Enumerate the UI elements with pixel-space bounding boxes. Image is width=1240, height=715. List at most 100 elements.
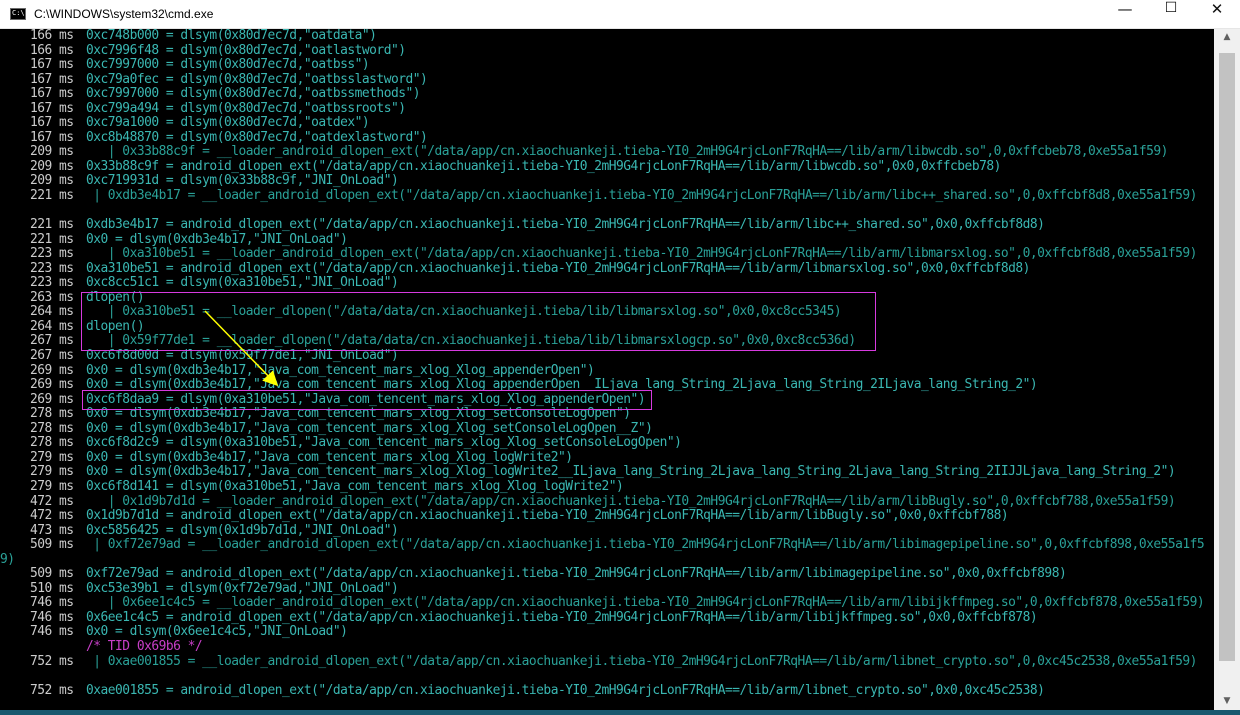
log-text: 0xc6f8daa9 = dlsym(0xa310be51,"Java_com_… (86, 391, 646, 407)
console-line: 510 ms 0xc53e39b1 = dlsym(0xf72e79ad,"JNI… (0, 581, 1214, 597)
log-text: 0xc5856425 = dlsym(0x1d9b7d1d,"JNI_OnLoa… (86, 522, 399, 538)
log-text: dlopen() (86, 318, 145, 334)
timestamp: 264 ms (30, 318, 74, 334)
console-line: 167 ms 0xc7997000 = dlsym(0x80d7ec7d,"oat… (0, 86, 1214, 102)
timestamp: 167 ms (30, 115, 74, 131)
console-line: 223 ms 0xa310be51 = android_dlopen_ext("/… (0, 260, 1214, 277)
console-line: 279 ms 0xc6f8d141 = dlsym(0xa310be51,"Jav… (0, 478, 1214, 495)
timestamp: 166 ms (30, 42, 74, 58)
console-line: 473 ms 0xc5856425 = dlsym(0x1d9b7d1d,"JNI… (0, 522, 1214, 539)
console-line: 269 ms 0x0 = dlsym(0xdb3e4b17,"Java_com_t… (0, 362, 1214, 379)
timestamp: 746 ms (30, 624, 74, 640)
console-line: 267 ms 0xc6f8d00d = dlsym(0x59f77de1,"JNI… (0, 348, 1214, 364)
console-line: 221 ms 0xdb3e4b17 = android_dlopen_ext("/… (0, 217, 1214, 233)
log-text: 0x0 = dlsym(0xdb3e4b17,"Java_com_tencent… (86, 362, 595, 378)
timestamp: 269 ms (30, 391, 74, 407)
timestamp: 278 ms (30, 420, 74, 436)
console-line: 223 ms | 0xa310be51 = __loader_android_d… (0, 246, 1214, 262)
log-text: 0xc748b000 = dlsym(0x80d7ec7d,"oatdata") (86, 29, 377, 43)
console-line: 209 ms 0x33b88c9f = android_dlopen_ext("/… (0, 158, 1214, 175)
log-text: 0xf72e79ad = android_dlopen_ext("/data/a… (86, 566, 1067, 582)
log-text: 0x0 = dlsym(0xdb3e4b17,"Java_com_tencent… (86, 464, 1176, 480)
log-text: 0xc799a494 = dlsym(0x80d7ec7d,"oatbssroo… (86, 100, 406, 116)
timestamp: 167 ms (30, 100, 74, 116)
log-text: 0xc79a0fec = dlsym(0x80d7ec7d,"oatbsslas… (86, 71, 428, 87)
log-text: 0xc8b48870 = dlsym(0x80d7ec7d,"oatdexlas… (86, 129, 428, 145)
console-line: /* TID 0x69b6 */ (0, 638, 1214, 655)
console-line: 167 ms 0xc79a1000 = dlsym(0x80d7ec7d,"oat… (0, 116, 1214, 131)
log-text: 0xdb3e4b17 = android_dlopen_ext("/data/a… (86, 217, 1045, 233)
log-text: 0x33b88c9f = android_dlopen_ext("/data/a… (86, 158, 1001, 174)
log-text: 0x0 = dlsym(0xdb3e4b17,"Java_com_tencent… (86, 377, 1038, 393)
timestamp: 269 ms (30, 362, 74, 378)
timestamp: 166 ms (30, 29, 74, 43)
console-line: 221 ms 0x0 = dlsym(0xdb3e4b17,"JNI_OnLoad… (0, 232, 1214, 248)
console-line: 278 ms 0x0 = dlsym(0xdb3e4b17,"Java_com_t… (0, 406, 1214, 422)
timestamp: 267 ms (30, 333, 74, 349)
log-text: 0xc79a1000 = dlsym(0x80d7ec7d,"oatdex") (86, 115, 370, 131)
scroll-up-arrow-icon[interactable]: ▲ (1214, 29, 1240, 46)
log-text: 0xa310be51 = android_dlopen_ext("/data/a… (86, 260, 1030, 276)
vertical-scrollbar[interactable]: ▲ ▼ (1214, 29, 1240, 710)
timestamp: 221 ms (30, 217, 74, 233)
console-line: 509 ms | 0xf72e79ad = __loader_android_d… (0, 537, 1214, 567)
console-line: 167 ms 0xc79a0fec = dlsym(0x80d7ec7d,"oat… (0, 71, 1214, 88)
console-output[interactable]: 166 ms 0xc748b000 = dlsym(0x80d7ec7d,"oat… (0, 29, 1214, 710)
console-line: 746 ms 0x0 = dlsym(0x6ee1c4c5,"JNI_OnLoad… (0, 625, 1214, 640)
console-line: 752 ms | 0xae001855 = __loader_android_d… (0, 653, 1214, 684)
console-line: 166 ms 0xc7996f48 = dlsym(0x80d7ec7d,"oat… (0, 42, 1214, 59)
close-button[interactable]: ✕ (1194, 0, 1240, 29)
log-text: 0x0 = dlsym(0xdb3e4b17,"Java_com_tencent… (86, 406, 631, 422)
log-text: 0xae001855 = android_dlopen_ext("/data/a… (86, 682, 1045, 698)
console-line: 269 ms 0x0 = dlsym(0xdb3e4b17,"Java_com_t… (0, 377, 1214, 393)
timestamp: 263 ms (30, 289, 74, 305)
console-line: 278 ms 0x0 = dlsym(0xdb3e4b17,"Java_com_t… (0, 420, 1214, 437)
timestamp: 167 ms (30, 86, 74, 102)
console-line: 223 ms 0xc8cc51c1 = dlsym(0xa310be51,"JNI… (0, 276, 1214, 291)
timestamp: 509 ms (30, 566, 74, 582)
log-text: | 0x59f77de1 = __loader_dlopen("/data/da… (86, 333, 856, 349)
console-line: 167 ms 0xc8b48870 = dlsym(0x80d7ec7d,"oat… (0, 129, 1214, 146)
console-line: 279 ms 0x0 = dlsym(0xdb3e4b17,"Java_com_t… (0, 465, 1214, 480)
scroll-thumb[interactable] (1219, 53, 1235, 661)
log-text: 0xc6f8d00d = dlsym(0x59f77de1,"JNI_OnLoa… (86, 348, 399, 364)
timestamp: 746 ms (30, 609, 74, 625)
maximize-button[interactable]: ☐ (1148, 0, 1194, 29)
log-text: /* TID 0x69b6 */ (86, 638, 203, 654)
log-text: | 0xdb3e4b17 = __loader_android_dlopen_e… (86, 188, 1197, 204)
log-text: 0xc6f8d141 = dlsym(0xa310be51,"Java_com_… (86, 478, 624, 494)
timestamp: 746 ms (30, 595, 74, 611)
timestamp: 223 ms (30, 275, 74, 291)
scroll-down-arrow-icon[interactable]: ▼ (1214, 693, 1240, 710)
log-text: | 0xae001855 = __loader_android_dlopen_e… (86, 653, 1197, 669)
timestamp: 279 ms (30, 449, 74, 465)
timestamp: 473 ms (30, 522, 74, 538)
console-line: 746 ms 0x6ee1c4c5 = android_dlopen_ext("/… (0, 609, 1214, 626)
title-bar[interactable]: C:\ C:\WINDOWS\system32\cmd.exe — ☐ ✕ (0, 0, 1240, 29)
minimize-button[interactable]: — (1102, 0, 1148, 29)
log-text: 0xc7997000 = dlsym(0x80d7ec7d,"oatbss") (86, 57, 370, 73)
timestamp: 278 ms (30, 406, 74, 422)
console-line: 264 ms | 0xa310be51 = __loader_dlopen("/… (0, 305, 1214, 320)
timestamp: 223 ms (30, 260, 74, 276)
console-line: 279 ms 0x0 = dlsym(0xdb3e4b17,"Java_com_t… (0, 449, 1214, 466)
timestamp: 752 ms (30, 653, 74, 669)
log-text: | 0xf72e79ad = __loader_android_dlopen_e… (0, 537, 1205, 567)
console-line: 752 ms 0xae001855 = android_dlopen_ext("/… (0, 682, 1214, 699)
timestamp: 167 ms (30, 57, 74, 73)
timestamp: 269 ms (30, 377, 74, 393)
cmd-app-icon[interactable]: C:\ (10, 8, 26, 20)
log-text: 0xc6f8d2c9 = dlsym(0xa310be51,"Java_com_… (86, 435, 682, 451)
log-text: 0x1d9b7d1d = android_dlopen_ext("/data/a… (86, 508, 1009, 524)
log-text: 0xc7996f48 = dlsym(0x80d7ec7d,"oatlastwo… (86, 42, 406, 58)
log-text: 0x0 = dlsym(0x6ee1c4c5,"JNI_OnLoad") (86, 624, 348, 640)
timestamp: 752 ms (30, 682, 74, 698)
log-text: dlopen() (86, 289, 145, 305)
console-line: 472 ms 0x1d9b7d1d = android_dlopen_ext("/… (0, 508, 1214, 524)
log-text: | 0xa310be51 = __loader_android_dlopen_e… (86, 246, 1198, 262)
log-text: 0x0 = dlsym(0xdb3e4b17,"Java_com_tencent… (86, 420, 653, 436)
log-text: | 0x6ee1c4c5 = __loader_android_dlopen_e… (86, 595, 1205, 611)
console-line: 209 ms | 0x33b88c9f = __loader_android_d… (0, 145, 1214, 160)
log-text: 0x6ee1c4c5 = android_dlopen_ext("/data/a… (86, 609, 1038, 625)
console-line: 269 ms 0xc6f8daa9 = dlsym(0xa310be51,"Jav… (0, 391, 1214, 408)
